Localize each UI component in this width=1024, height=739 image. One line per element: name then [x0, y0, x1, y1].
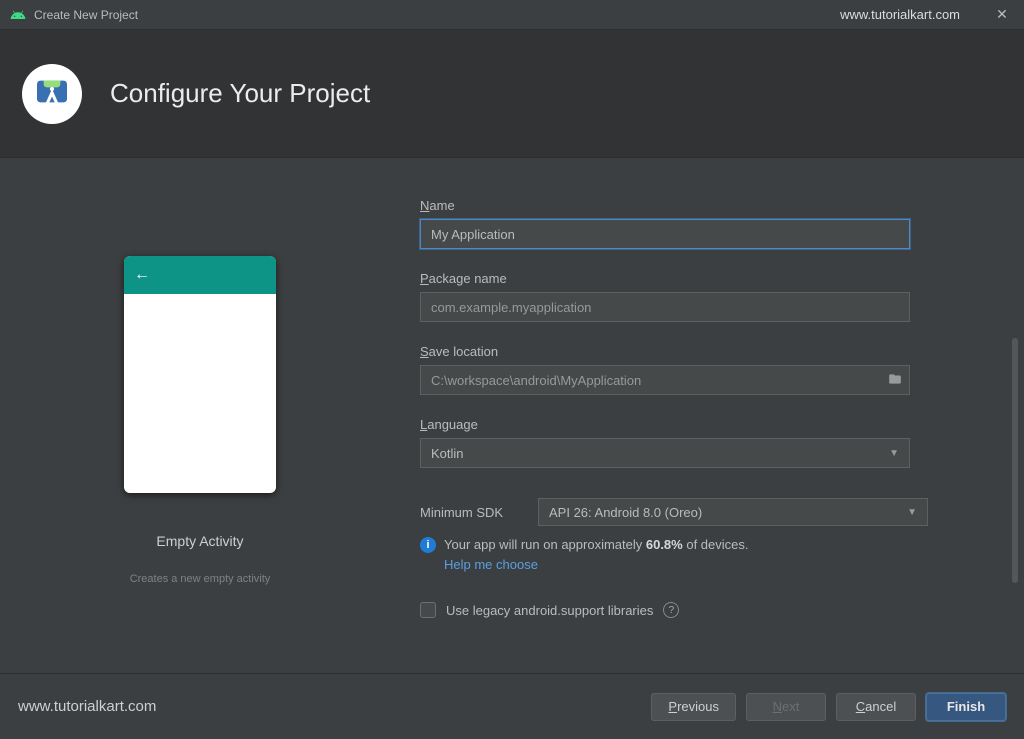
device-coverage-text: Your app will run on approximately 60.8%… [444, 536, 749, 574]
save-location-label: Save location [420, 344, 996, 359]
titlebar-text: Create New Project [34, 8, 138, 22]
language-label: Language [420, 417, 996, 432]
package-name-input[interactable] [420, 292, 910, 322]
cancel-button[interactable]: Cancel [836, 693, 916, 721]
language-select[interactable]: Kotlin ▼ [420, 438, 910, 468]
android-studio-icon [22, 64, 82, 124]
page-title: Configure Your Project [110, 78, 370, 109]
wizard-body: ← Empty Activity Creates a new empty act… [0, 158, 1024, 673]
form-column: Name Package name Save location Language [380, 198, 1004, 663]
language-value: Kotlin [431, 446, 464, 461]
minimum-sdk-label: Minimum SDK [420, 505, 520, 520]
legacy-libraries-checkbox[interactable] [420, 602, 436, 618]
name-input[interactable] [420, 219, 910, 249]
save-location-input[interactable] [420, 365, 910, 395]
scrollbar[interactable] [1012, 338, 1018, 583]
titlebar-url: www.tutorialkart.com [840, 7, 960, 22]
finish-button[interactable]: Finish [926, 693, 1006, 721]
wizard-footer: www.tutorialkart.com Previous Next Cance… [0, 673, 1024, 739]
footer-url: www.tutorialkart.com [18, 698, 156, 715]
info-icon: i [420, 537, 436, 553]
back-arrow-icon: ← [134, 266, 150, 284]
close-icon[interactable]: ✕ [990, 6, 1014, 23]
name-label: Name [420, 198, 996, 213]
legacy-libraries-label: Use legacy android.support libraries [446, 603, 653, 618]
help-me-choose-link[interactable]: Help me choose [444, 556, 749, 574]
previous-button[interactable]: Previous [651, 693, 736, 721]
template-description: Creates a new empty activity [130, 573, 271, 585]
folder-icon[interactable] [888, 372, 902, 389]
template-preview-column: ← Empty Activity Creates a new empty act… [20, 198, 380, 663]
minimum-sdk-select[interactable]: API 26: Android 8.0 (Oreo) ▼ [538, 498, 928, 526]
android-icon [10, 7, 26, 23]
template-name: Empty Activity [156, 533, 243, 549]
minimum-sdk-value: API 26: Android 8.0 (Oreo) [549, 505, 702, 520]
header-band: Configure Your Project [0, 30, 1024, 158]
template-preview-card: ← [124, 256, 276, 493]
wizard-window: Create New Project www.tutorialkart.com … [0, 0, 1024, 739]
preview-appbar: ← [124, 256, 276, 294]
package-name-label: Package name [420, 271, 996, 286]
titlebar: Create New Project www.tutorialkart.com … [0, 0, 1024, 30]
help-icon[interactable]: ? [663, 602, 679, 618]
next-button: Next [746, 693, 826, 721]
chevron-down-icon: ▼ [889, 448, 899, 459]
chevron-down-icon: ▼ [907, 507, 917, 518]
